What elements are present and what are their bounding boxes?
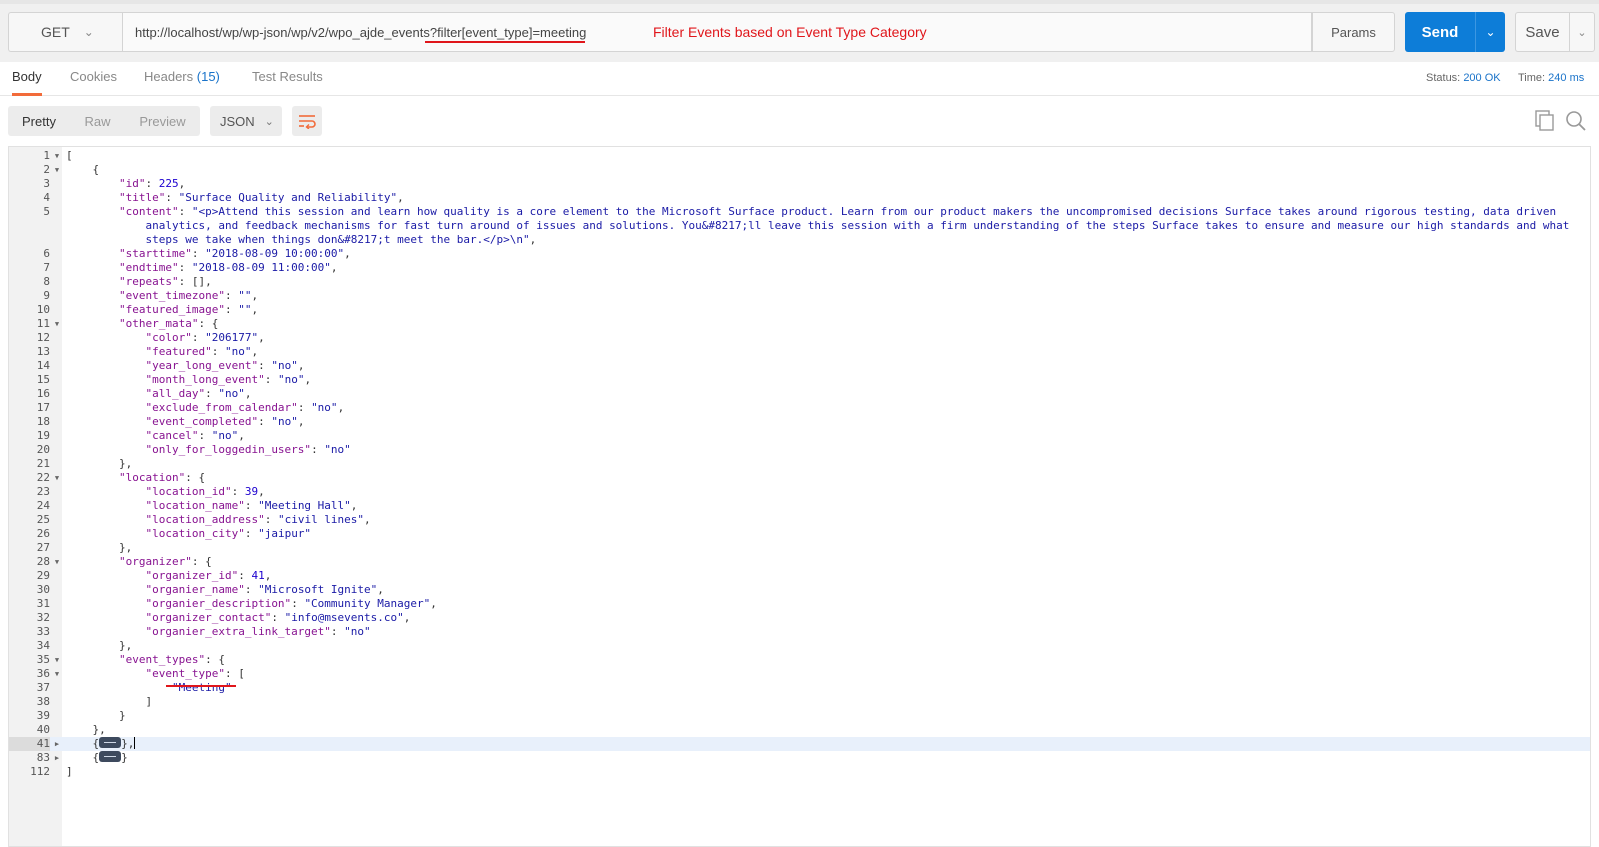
params-button[interactable]: Params xyxy=(1312,12,1395,52)
code-lines: 1 ▼[ 2 ▼ { 3 "id": 225, 4 "title": "Surfac… xyxy=(9,149,1590,779)
code-line: 11 ▼ "other_mata": { xyxy=(36,317,219,331)
status-indicator: Status: 200 OK xyxy=(1426,72,1501,84)
tab-body[interactable]: Body xyxy=(12,62,42,96)
code-line: 21 }, xyxy=(36,457,133,470)
fold-arrow-icon[interactable]: ▼ xyxy=(52,149,62,163)
tab-cookies[interactable]: Cookies xyxy=(70,62,117,96)
code-line: 7 "endtime": "2018-08-09 11:00:00", xyxy=(43,261,338,274)
copy-icon[interactable] xyxy=(1535,110,1555,132)
annotation-underline xyxy=(166,685,236,687)
code-line: 16 "all_day": "no", xyxy=(36,387,252,400)
code-line: 15 "month_long_event": "no", xyxy=(36,373,312,386)
wrap-lines-button[interactable] xyxy=(292,106,322,136)
code-line: 13 "featured": "no", xyxy=(36,345,259,358)
code-line: 31 "organier_description": "Community Ma… xyxy=(36,597,437,610)
format-toggle-group: Pretty Raw Preview xyxy=(8,106,200,136)
code-line-collapsed: 41 ▶ {}, xyxy=(9,737,1590,751)
code-line: 17 "exclude_from_calendar": "no", xyxy=(36,401,345,414)
chevron-down-icon: ⌄ xyxy=(264,115,274,128)
text-cursor xyxy=(134,737,136,749)
chevron-down-icon: ⌄ xyxy=(83,25,94,39)
code-line: 34 }, xyxy=(36,639,133,652)
raw-button[interactable]: Raw xyxy=(70,106,125,136)
code-line: 40 }, xyxy=(36,723,106,736)
save-dropdown-button[interactable]: ⌄ xyxy=(1569,12,1595,52)
search-icon[interactable] xyxy=(1565,110,1587,132)
tab-strip xyxy=(0,0,1599,4)
code-line: 112] xyxy=(30,765,73,778)
code-line: 33 "organier_extra_link_target": "no" xyxy=(36,625,371,638)
code-line: 38 ] xyxy=(36,695,153,708)
annotation-note: Filter Events based on Event Type Catego… xyxy=(653,24,927,40)
code-line: 24 "location_name": "Meeting Hall", xyxy=(36,499,358,512)
code-line: 9 "event_timezone": "", xyxy=(43,289,259,302)
code-line: 20 "only_for_loggedin_users": "no" xyxy=(36,443,351,456)
fold-arrow-icon[interactable]: ▼ xyxy=(52,471,62,485)
request-bar: GET ⌄ http://localhost/wp/wp-json/wp/v2/… xyxy=(0,0,1599,62)
code-line: 18 "event_completed": "no", xyxy=(36,415,305,428)
code-line: 35 ▼ "event_types": { xyxy=(36,653,225,667)
code-line: 23 "location_id": 39, xyxy=(36,485,265,498)
fold-arrow-icon[interactable]: ▼ xyxy=(52,667,62,681)
annotation-underline xyxy=(425,41,585,43)
tab-headers-label: Headers xyxy=(144,69,194,84)
code-line-collapsed: 83 ▶ {} xyxy=(36,751,128,765)
code-line: 28 ▼ "organizer": { xyxy=(36,555,212,569)
code-line: 25 "location_address": "civil lines", xyxy=(36,513,371,526)
response-body-editor[interactable]: 1 ▼[ 2 ▼ { 3 "id": 225, 4 "title": "Surfac… xyxy=(8,146,1591,847)
code-line: 37 "Meeting" xyxy=(36,681,232,694)
tab-test-results[interactable]: Test Results xyxy=(252,62,323,96)
chevron-down-icon: ⌄ xyxy=(1577,26,1587,39)
code-line: 22 ▼ "location": { xyxy=(36,471,206,485)
status-value: 200 OK xyxy=(1463,72,1501,84)
send-dropdown-button[interactable]: ⌄ xyxy=(1475,12,1505,52)
code-line: 5 "content": "<p>Attend this session and… xyxy=(43,205,1557,218)
code-line: 10 "featured_image": "", xyxy=(36,303,259,316)
language-select[interactable]: JSON ⌄ xyxy=(210,106,282,136)
method-select[interactable]: GET ⌄ xyxy=(8,12,122,52)
response-tabs: Body Cookies Headers (15) Test Results S… xyxy=(0,62,1599,96)
pretty-button[interactable]: Pretty xyxy=(8,106,70,136)
send-button[interactable]: Send xyxy=(1405,12,1475,52)
code-line: 36 ▼ "event_type": [ xyxy=(36,667,245,681)
status-label: Status: xyxy=(1426,72,1461,84)
fold-arrow-icon[interactable]: ▼ xyxy=(52,163,62,177)
code-line: 8 "repeats": [], xyxy=(43,275,212,288)
code-line: 39 } xyxy=(36,709,126,722)
wrap-icon xyxy=(299,115,316,129)
expand-arrow-icon[interactable]: ▶ xyxy=(52,737,62,751)
fold-arrow-icon[interactable]: ▼ xyxy=(52,653,62,667)
method-label: GET xyxy=(41,24,70,40)
code-line-wrapped: analytics, and feedback mechanisms for f… xyxy=(145,219,1570,232)
fold-arrow-icon[interactable]: ▼ xyxy=(52,317,62,331)
time-label: Time: xyxy=(1518,72,1546,84)
expand-arrow-icon[interactable]: ▶ xyxy=(52,751,62,765)
code-line: 32 "organizer_contact": "info@msevents.c… xyxy=(36,611,411,624)
code-line: 30 "organier_name": "Microsoft Ignite", xyxy=(36,583,384,596)
code-line: 12 "color": "206177", xyxy=(36,331,265,344)
collapsed-object-icon[interactable] xyxy=(99,751,122,762)
code-line: 6 "starttime": "2018-08-09 10:00:00", xyxy=(43,247,351,260)
language-label: JSON xyxy=(220,113,255,129)
code-line: 26 "location_city": "jaipur" xyxy=(36,527,312,540)
fold-arrow-icon[interactable]: ▼ xyxy=(52,555,62,569)
code-line: 29 "organizer_id": 41, xyxy=(36,569,272,582)
code-line: 1 ▼[ xyxy=(43,149,73,163)
time-value: 240 ms xyxy=(1548,72,1585,84)
save-button[interactable]: Save xyxy=(1515,12,1569,52)
code-line: 19 "cancel": "no", xyxy=(36,429,245,442)
code-line: 27 }, xyxy=(36,541,133,554)
chevron-down-icon: ⌄ xyxy=(1485,25,1496,39)
url-text: http://localhost/wp/wp-json/wp/v2/wpo_aj… xyxy=(135,24,587,40)
code-line-wrapped: steps we take when things don&#8217;t me… xyxy=(145,233,537,246)
headers-count: (15) xyxy=(196,69,220,84)
code-line: 2 ▼ { xyxy=(43,163,100,177)
preview-button[interactable]: Preview xyxy=(125,106,200,136)
tab-headers[interactable]: Headers (15) xyxy=(144,62,220,96)
code-line: 4 "title": "Surface Quality and Reliabil… xyxy=(43,191,404,204)
collapsed-object-icon[interactable] xyxy=(99,737,122,748)
code-line: 3 "id": 225, xyxy=(43,177,186,190)
time-indicator: Time: 240 ms xyxy=(1518,72,1584,84)
code-line: 14 "year_long_event": "no", xyxy=(36,359,305,372)
